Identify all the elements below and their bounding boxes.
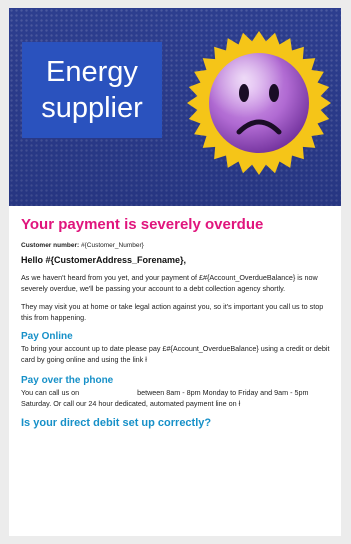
- energy-supplier-label: Energy supplier: [22, 42, 162, 138]
- direct-debit-heading[interactable]: Is your direct debit set up correctly?: [21, 417, 331, 429]
- email-frame: Energy supplier Your payment is severely…: [9, 8, 341, 536]
- email-body: Your payment is severely overdue Custome…: [21, 216, 331, 429]
- pay-phone-body-part-1: You can call us on: [21, 388, 80, 397]
- greeting: Hello #{CustomerAddress_Forename},: [21, 255, 187, 265]
- paragraph-legal: They may visit you at home or take legal…: [21, 302, 324, 322]
- badge-shine: [209, 53, 309, 153]
- label-line-1: Energy: [46, 56, 138, 88]
- label-line-2: supplier: [41, 92, 143, 124]
- pay-online-body: To bring your account up to date please …: [21, 344, 330, 364]
- headline: Your payment is severely overdue: [21, 216, 264, 233]
- pay-phone-body: You can call us on between 8am - 8pm Mond…: [21, 388, 331, 409]
- customer-number-value: #{Customer_Number}: [80, 242, 144, 249]
- right-eye: [269, 84, 279, 102]
- customer-number-line: Customer number: #{Customer_Number}: [21, 242, 331, 249]
- customer-number-label: Customer number:: [21, 242, 80, 249]
- email-hero-banner: Energy supplier: [9, 8, 341, 206]
- pay-phone-heading: Pay over the phone: [21, 375, 114, 386]
- paragraph-overdue: As we haven't heard from you yet, and yo…: [21, 273, 318, 293]
- left-eye: [239, 84, 249, 102]
- sad-face-icon: [187, 31, 331, 175]
- pay-online-heading: Pay Online: [21, 331, 73, 342]
